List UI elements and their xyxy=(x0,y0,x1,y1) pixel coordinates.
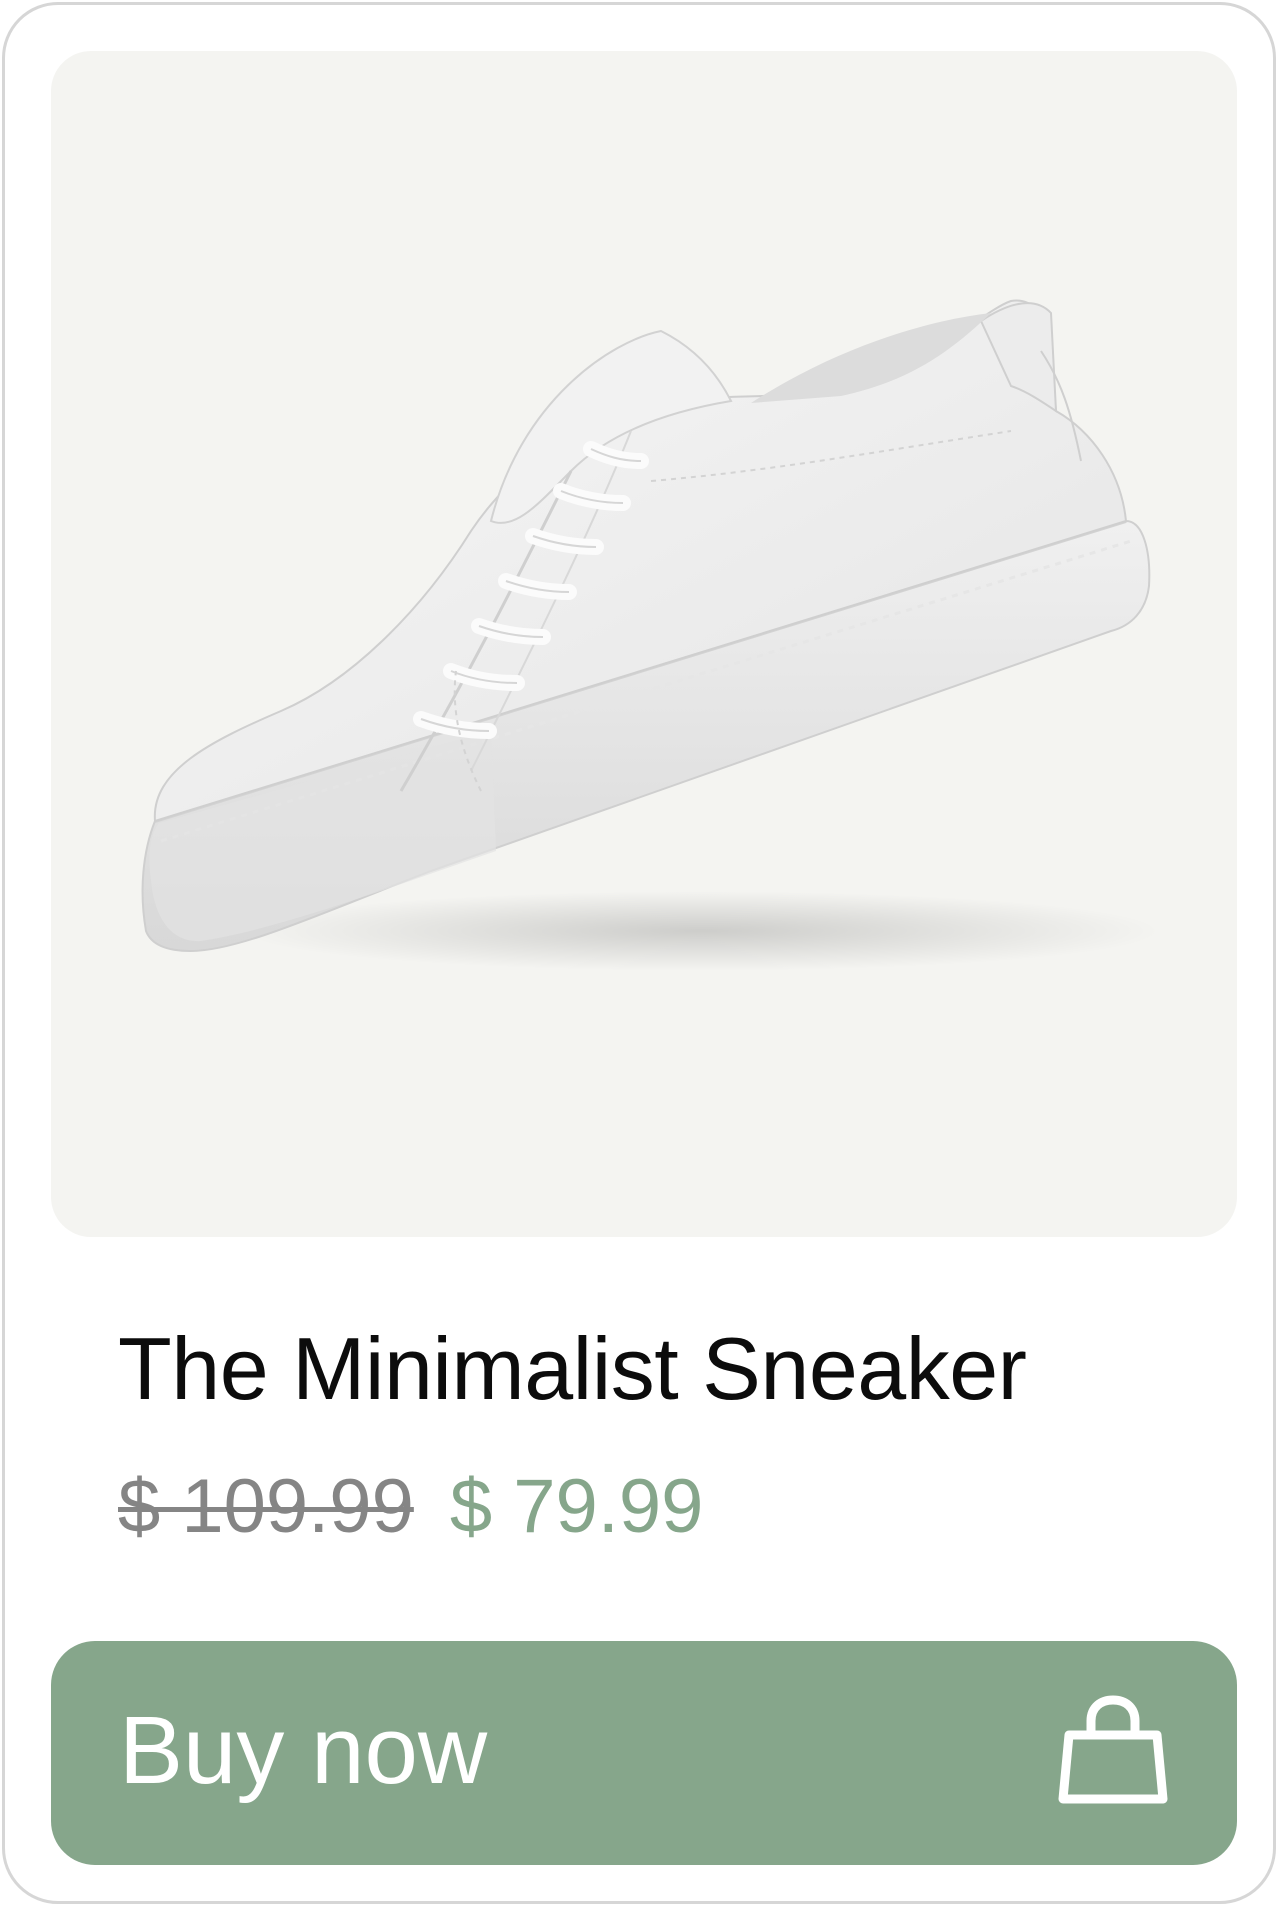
sneaker-illustration xyxy=(141,299,1161,971)
product-card: The Minimalist Sneaker $ 109.99 $ 79.99 … xyxy=(2,2,1276,1904)
price-row: $ 109.99 $ 79.99 xyxy=(118,1469,703,1545)
product-title: The Minimalist Sneaker xyxy=(118,1319,1027,1418)
product-image[interactable] xyxy=(51,51,1237,1237)
buy-now-label: Buy now xyxy=(119,1697,488,1804)
shopping-bag-icon xyxy=(1058,1695,1168,1804)
buy-now-button[interactable]: Buy now xyxy=(51,1641,1237,1865)
sale-price: $ 79.99 xyxy=(449,1464,704,1549)
original-price: $ 109.99 xyxy=(118,1464,414,1549)
